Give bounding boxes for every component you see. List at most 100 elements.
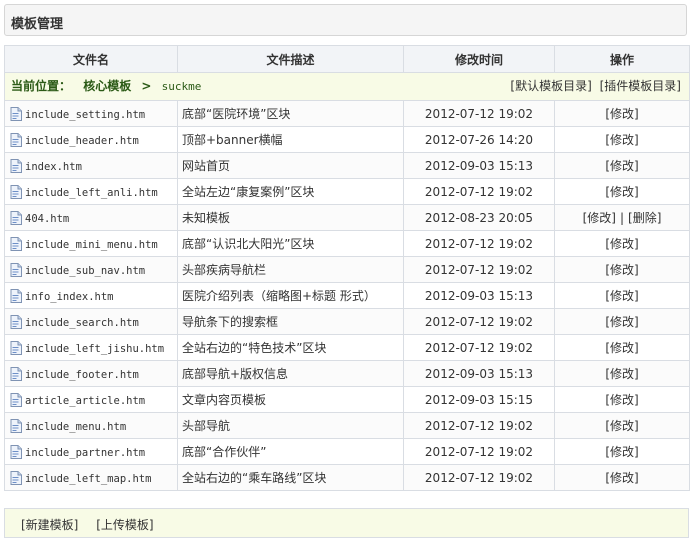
description-cell: 医院介绍列表（缩略图+标题 形式） xyxy=(177,282,404,309)
actions-cell: [修改] | [删除] xyxy=(554,204,690,231)
filename-link[interactable]: include_mini_menu.htm xyxy=(25,239,158,251)
breadcrumb-label: 当前位置： xyxy=(11,79,72,93)
edit-button[interactable]: [修改] xyxy=(605,471,638,485)
page-header: 模板管理 xyxy=(4,4,687,36)
modified-time-cell: 2012-07-26 14:20 xyxy=(403,126,555,153)
column-header-filename: 文件名 xyxy=(4,45,178,73)
file-icon xyxy=(10,236,22,251)
edit-button[interactable]: [修改] xyxy=(605,159,638,173)
table-row: include_header.htm 顶部+banner横幅 2012-07-26 … xyxy=(4,126,690,153)
filename-link[interactable]: include_setting.htm xyxy=(25,109,145,121)
edit-button[interactable]: [修改] xyxy=(605,445,638,459)
filename-link[interactable]: include_menu.htm xyxy=(25,421,126,433)
filename-cell: include_footer.htm xyxy=(4,360,178,387)
filename-link[interactable]: include_footer.htm xyxy=(25,369,139,381)
filename-link[interactable]: include_partner.htm xyxy=(25,447,145,459)
filename-link[interactable]: 404.htm xyxy=(25,213,69,225)
description-cell: 网站首页 xyxy=(177,152,404,179)
upload-template-button[interactable]: [上传模板] xyxy=(96,518,153,532)
edit-button[interactable]: [修改] xyxy=(605,419,638,433)
current-path-row: 当前位置： 核心模板 > suckme [默认模板目录] [插件模板目录] xyxy=(4,72,690,101)
description-cell: 文章内容页模板 xyxy=(177,386,404,413)
edit-button[interactable]: [修改] xyxy=(605,237,638,251)
file-icon xyxy=(10,444,22,459)
filename-link[interactable]: include_left_jishu.htm xyxy=(25,343,164,355)
delete-button[interactable]: [删除] xyxy=(628,211,661,225)
actions-cell: [修改] xyxy=(554,308,690,335)
directory-links: [默认模板目录] [插件模板目录] xyxy=(510,74,688,100)
table-row: include_left_map.htm 全站右边的“乘车路线”区块 2012-07… xyxy=(4,464,690,491)
filename-link[interactable]: include_left_anli.htm xyxy=(25,187,158,199)
file-icon xyxy=(10,314,22,329)
footer-toolbar: [新建模板] [上传模板] xyxy=(4,508,689,538)
table-row: include_left_anli.htm 全站左边“康复案例”区块 2012-07… xyxy=(4,178,690,205)
edit-button[interactable]: [修改] xyxy=(605,315,638,329)
table-header-row: 文件名 文件描述 修改时间 操作 xyxy=(4,45,690,73)
filename-cell: index.htm xyxy=(4,152,178,179)
modified-time-cell: 2012-07-12 19:02 xyxy=(403,334,555,361)
modified-time-cell: 2012-07-12 19:02 xyxy=(403,230,555,257)
template-table: 文件名 文件描述 修改时间 操作 当前位置： 核心模板 > suckme [默认… xyxy=(4,45,690,491)
actions-cell: [修改] xyxy=(554,334,690,361)
edit-button[interactable]: [修改] xyxy=(605,341,638,355)
edit-button[interactable]: [修改] xyxy=(605,393,638,407)
edit-button[interactable]: [修改] xyxy=(583,211,616,225)
description-cell: 底部导航+版权信息 xyxy=(177,360,404,387)
file-icon xyxy=(10,184,22,199)
new-template-button[interactable]: [新建模板] xyxy=(21,518,78,532)
edit-button[interactable]: [修改] xyxy=(605,263,638,277)
filename-cell: include_menu.htm xyxy=(4,412,178,439)
description-cell: 底部“合作伙伴” xyxy=(177,438,404,465)
breadcrumb-current-folder: suckme xyxy=(161,80,202,93)
file-icon xyxy=(10,366,22,381)
file-icon xyxy=(10,210,22,225)
modified-time-cell: 2012-07-12 19:02 xyxy=(403,464,555,491)
filename-link[interactable]: index.htm xyxy=(25,161,82,173)
modified-time-cell: 2012-09-03 15:15 xyxy=(403,386,555,413)
plugin-template-dir-link[interactable]: [插件模板目录] xyxy=(600,79,681,93)
filename-link[interactable]: include_sub_nav.htm xyxy=(25,265,145,277)
filename-cell: include_sub_nav.htm xyxy=(4,256,178,283)
column-header-actions: 操作 xyxy=(554,45,690,73)
file-icon xyxy=(10,470,22,485)
modified-time-cell: 2012-07-12 19:02 xyxy=(403,256,555,283)
edit-button[interactable]: [修改] xyxy=(605,367,638,381)
actions-cell: [修改] xyxy=(554,412,690,439)
file-icon xyxy=(10,340,22,355)
filename-link[interactable]: article_article.htm xyxy=(25,395,145,407)
actions-cell: [修改] xyxy=(554,126,690,153)
modified-time-cell: 2012-07-12 19:02 xyxy=(403,308,555,335)
description-cell: 头部导航 xyxy=(177,412,404,439)
modified-time-cell: 2012-09-03 15:13 xyxy=(403,282,555,309)
table-row: index.htm 网站首页 2012-09-03 15:13 [修改] xyxy=(4,152,690,179)
actions-cell: [修改] xyxy=(554,100,690,127)
actions-cell: [修改] xyxy=(554,386,690,413)
file-icon xyxy=(10,418,22,433)
description-cell: 底部“医院环境”区块 xyxy=(177,100,404,127)
default-template-dir-link[interactable]: [默认模板目录] xyxy=(510,79,591,93)
description-cell: 顶部+banner横幅 xyxy=(177,126,404,153)
filename-cell: include_setting.htm xyxy=(4,100,178,127)
modified-time-cell: 2012-07-12 19:02 xyxy=(403,412,555,439)
filename-link[interactable]: include_header.htm xyxy=(25,135,139,147)
edit-button[interactable]: [修改] xyxy=(605,289,638,303)
filename-link[interactable]: include_search.htm xyxy=(25,317,139,329)
table-row: include_partner.htm 底部“合作伙伴” 2012-07-12 19… xyxy=(4,438,690,465)
table-row: article_article.htm 文章内容页模板 2012-09-03 15:… xyxy=(4,386,690,413)
column-header-modified-time: 修改时间 xyxy=(403,45,555,73)
filename-link[interactable]: include_left_map.htm xyxy=(25,473,151,485)
filename-link[interactable]: info_index.htm xyxy=(25,291,114,303)
modified-time-cell: 2012-08-23 20:05 xyxy=(403,204,555,231)
edit-button[interactable]: [修改] xyxy=(605,185,638,199)
filename-cell: info_index.htm xyxy=(4,282,178,309)
edit-button[interactable]: [修改] xyxy=(605,107,638,121)
breadcrumb-core-templates[interactable]: 核心模板 xyxy=(75,79,131,93)
edit-button[interactable]: [修改] xyxy=(605,133,638,147)
table-row: include_menu.htm 头部导航 2012-07-12 19:02 [修改] xyxy=(4,412,690,439)
filename-cell: 404.htm xyxy=(4,204,178,231)
actions-cell: [修改] xyxy=(554,360,690,387)
filename-cell: include_left_anli.htm xyxy=(4,178,178,205)
footer-buttons: [新建模板] [上传模板] xyxy=(21,516,168,533)
description-cell: 全站右边的“乘车路线”区块 xyxy=(177,464,404,491)
filename-cell: include_partner.htm xyxy=(4,438,178,465)
